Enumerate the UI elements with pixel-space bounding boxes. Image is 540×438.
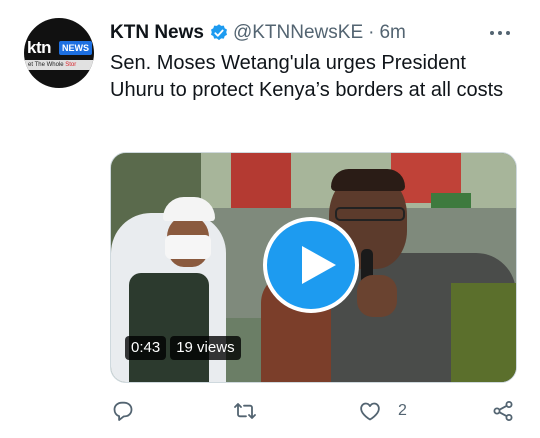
- avatar-logo-text: ktn: [27, 38, 52, 57]
- avatar-tagline: et The Whole Stor: [24, 60, 94, 70]
- like-count: 2: [398, 402, 407, 419]
- tweet-card[interactable]: ktn NEWS et The Whole Stor KTN News @KTN…: [0, 0, 540, 438]
- video-views: 19 views: [170, 336, 241, 360]
- share-button[interactable]: [491, 396, 531, 426]
- video-player[interactable]: 0:43 19 views: [110, 152, 517, 383]
- author-name[interactable]: KTN News: [110, 22, 204, 44]
- video-duration: 0:43: [125, 336, 167, 360]
- tweet-header: KTN News @KTNNewsKE · 6m: [110, 20, 406, 46]
- video-badges: 0:43 19 views: [125, 336, 241, 360]
- like-button[interactable]: 2: [358, 396, 407, 426]
- reply-button[interactable]: [111, 396, 151, 426]
- retweet-button[interactable]: [233, 396, 273, 426]
- avatar[interactable]: ktn NEWS et The Whole Stor: [24, 18, 94, 88]
- tweet-actions: 2: [0, 396, 540, 426]
- reply-icon: [113, 401, 133, 421]
- author-handle[interactable]: @KTNNewsKE: [233, 22, 363, 44]
- play-icon[interactable]: [263, 217, 359, 313]
- avatar-tagline-accent: Stor: [65, 62, 77, 68]
- separator-dot: ·: [368, 22, 375, 43]
- more-icon[interactable]: [490, 26, 514, 40]
- retweet-icon: [234, 403, 256, 419]
- avatar-tagline-prefix: et The Whole: [28, 62, 66, 68]
- tweet-timestamp[interactable]: 6m: [379, 22, 405, 44]
- verified-badge-icon: [210, 24, 227, 41]
- like-icon: [360, 402, 380, 421]
- share-icon: [493, 401, 513, 421]
- tweet-text: Sen. Moses Wetang'ula urges President Uh…: [110, 52, 504, 101]
- avatar-logo-badge: NEWS: [59, 41, 92, 55]
